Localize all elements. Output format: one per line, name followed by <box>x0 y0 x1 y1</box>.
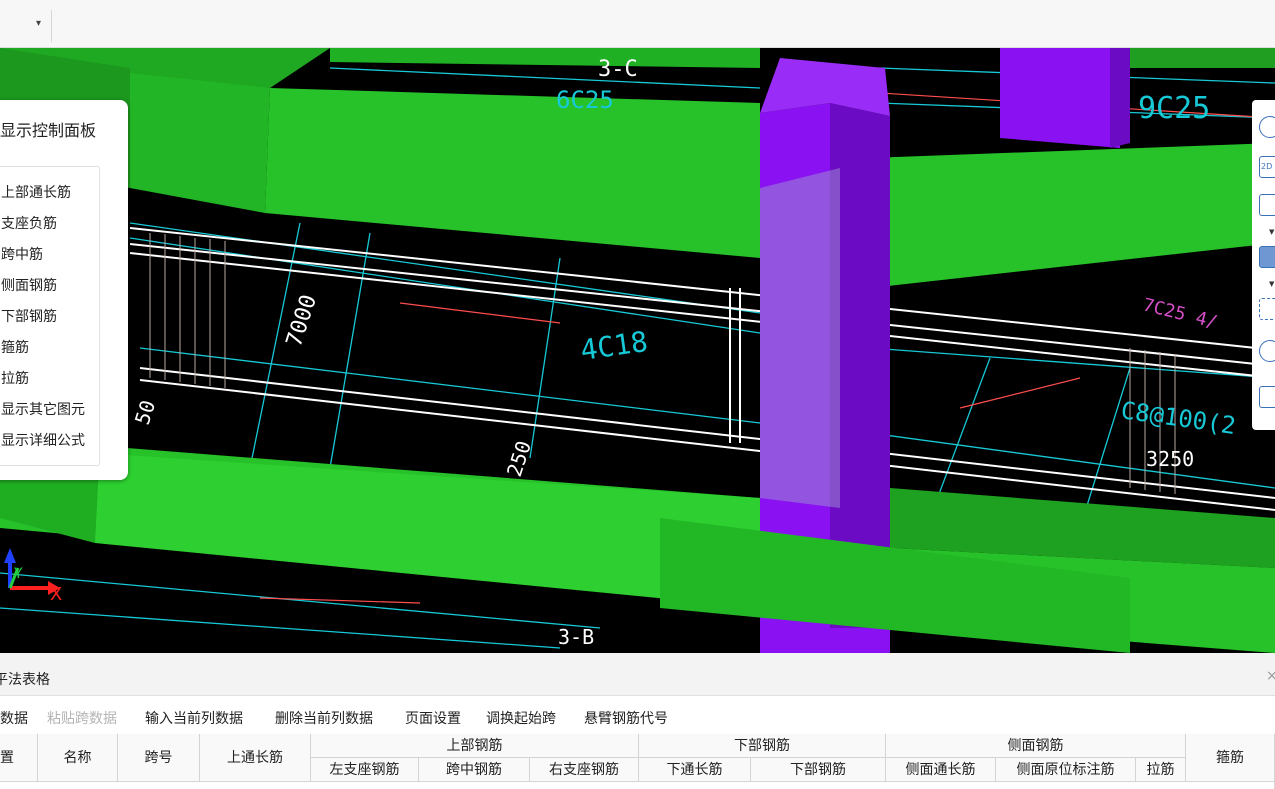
axis-x-label: X <box>50 584 62 605</box>
upper-green-beam-left <box>130 73 270 213</box>
header-side-continuous: 侧面通长筋 <box>886 758 996 782</box>
rebar-label-7c25: 7C25 4/ <box>1141 294 1220 333</box>
panel-header: 平法表格 × <box>0 653 1275 696</box>
table-view-icon[interactable] <box>1259 386 1275 408</box>
column-purple-back <box>1000 48 1120 148</box>
3d-viewport[interactable]: 3-C 3250 3-B 7000 250 50 6C25 9C25 4C18 … <box>0 48 1275 653</box>
beam-rebar-3d-scene: 3-C 3250 3-B 7000 250 50 6C25 9C25 4C18 … <box>0 48 1275 653</box>
control-panel-title: 显示控制面板 <box>0 121 97 140</box>
axis-label-3c: 3-C <box>598 57 638 82</box>
header-top-mid: 跨中钢筋 <box>419 758 530 782</box>
solid-view-icon[interactable] <box>1259 246 1275 268</box>
header-name: 名称 <box>38 734 118 782</box>
header-top-right-support: 右支座钢筋 <box>530 758 639 782</box>
ctrl-item-tie-bar[interactable]: 拉筋 <box>1 368 29 388</box>
rebar-label-9c25: 9C25 <box>1138 91 1210 126</box>
header-bottom-rebar: 下部钢筋 <box>751 758 886 782</box>
chevron-down-icon[interactable]: ▼ <box>1269 228 1274 236</box>
ctrl-item-mid-span[interactable]: 跨中筋 <box>1 244 43 264</box>
chevron-down-icon[interactable]: ▼ <box>1269 280 1274 288</box>
header-group-top: 上部钢筋 <box>311 734 639 758</box>
header-bottom-continuous: 下通长筋 <box>639 758 751 782</box>
dimension-7000: 7000 <box>282 292 322 350</box>
header-group-bottom: 下部钢筋 <box>639 734 886 758</box>
ctrl-item-stirrup[interactable]: 箍筋 <box>1 337 29 357</box>
ctrl-item-show-other[interactable]: 显示其它图元 <box>1 399 85 419</box>
column-purple-bottom <box>760 628 890 653</box>
chevron-down-icon: ▾ <box>36 18 42 29</box>
toolbar-paste-span-button[interactable]: 粘贴跨数据 <box>47 708 117 728</box>
dimension-250: 250 <box>502 438 536 480</box>
toolbar-page-setup-button[interactable]: 页面设置 <box>405 708 461 728</box>
header-side-tie: 拉筋 <box>1136 758 1186 782</box>
rebar-label-6c25: 6C25 <box>556 86 614 114</box>
view-toolbar: 2D ▼ ▼ <box>1252 100 1275 430</box>
plan-table-panel: 平法表格 × 数据 粘贴跨数据 输入当前列数据 删除当前列数据 页面设置 调换起… <box>0 653 1275 789</box>
top-toolbar: ▾ <box>0 0 1275 48</box>
toolbar-data-button[interactable]: 数据 <box>0 708 28 728</box>
right-top-green <box>1110 48 1275 68</box>
dimension-50: 50 <box>130 397 160 427</box>
control-panel-list: 上部通长筋 支座负筋 跨中筋 侧面钢筋 下部钢筋 箍筋 拉筋 显示其它图元 显示… <box>0 166 100 466</box>
rebar-label-c8: C8@100(2 <box>1119 396 1237 440</box>
dimension-3250: 3250 <box>1146 447 1194 471</box>
toolbar-delete-column-button[interactable]: 删除当前列数据 <box>275 708 373 728</box>
display-control-panel: 显示控制面板 上部通长筋 支座负筋 跨中筋 侧面钢筋 下部钢筋 箍筋 拉筋 显示… <box>0 100 128 480</box>
upper-green-beam <box>265 88 760 258</box>
rebar-label-4c18: 4C18 <box>578 325 649 367</box>
ctrl-item-top-continuous[interactable]: 上部通长筋 <box>1 182 71 202</box>
view-2d-label: 2D <box>1261 162 1273 171</box>
toolbar-input-column-button[interactable]: 输入当前列数据 <box>145 708 243 728</box>
box-view-icon[interactable] <box>1259 194 1275 216</box>
toolbar-cantilever-code-button[interactable]: 悬臂钢筋代号 <box>584 708 668 728</box>
cube-view-icon[interactable] <box>1259 340 1275 362</box>
view-2d-button[interactable]: 2D <box>1259 156 1275 178</box>
view-selector-dropdown[interactable]: ▾ <box>0 10 52 42</box>
right-upper-green-beam <box>870 143 1275 288</box>
ctrl-item-side-rebar[interactable]: 侧面钢筋 <box>1 275 57 295</box>
header-stirrup: 箍筋 <box>1186 734 1275 782</box>
plan-table: 置 名称 跨号 上通长筋 上部钢筋 左支座钢筋 跨中钢筋 右支座钢筋 下部钢筋 … <box>0 734 1275 789</box>
header-top-continuous: 上通长筋 <box>200 734 311 782</box>
header-span: 跨号 <box>118 734 200 782</box>
axis-y-label: Y <box>13 566 23 582</box>
header-position: 置 <box>0 734 38 782</box>
ctrl-item-support-negative[interactable]: 支座负筋 <box>1 213 57 233</box>
panel-toolbar: 数据 粘贴跨数据 输入当前列数据 删除当前列数据 页面设置 调换起始跨 悬臂钢筋… <box>0 696 1275 734</box>
close-icon[interactable]: × <box>1266 668 1275 684</box>
ctrl-item-show-formula[interactable]: 显示详细公式 <box>1 430 85 450</box>
header-group-side: 侧面钢筋 <box>886 734 1186 758</box>
toolbar-swap-start-span-button[interactable]: 调换起始跨 <box>486 708 556 728</box>
column-purple-back-side <box>1110 48 1130 148</box>
panel-title: 平法表格 <box>0 672 50 688</box>
axis-label-3b: 3-B <box>558 625 594 649</box>
table-row[interactable] <box>0 782 1275 789</box>
header-side-in-situ: 侧面原位标注筋 <box>996 758 1136 782</box>
header-top-left-support: 左支座钢筋 <box>311 758 419 782</box>
column-purple-glass <box>760 168 840 508</box>
ctrl-item-bottom-rebar[interactable]: 下部钢筋 <box>1 306 57 326</box>
orbit-icon[interactable] <box>1259 116 1275 138</box>
select-region-icon[interactable] <box>1259 298 1275 320</box>
